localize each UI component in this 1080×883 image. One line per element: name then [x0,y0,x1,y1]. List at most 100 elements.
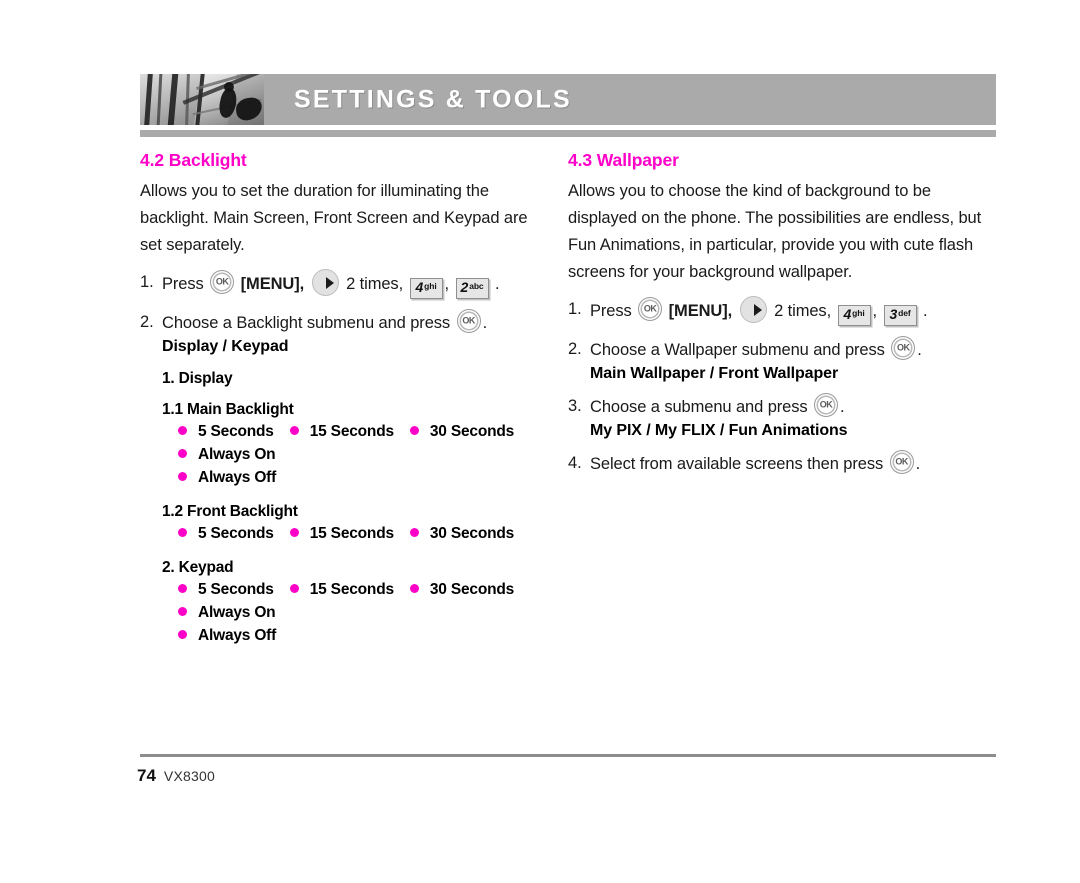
option-label[interactable]: 30 Seconds [430,578,514,601]
wallpaper-step-2: 2. Choose a Wallpaper submenu and press … [568,336,998,364]
option-label[interactable]: Always Off [198,466,276,489]
bullet-icon [289,426,299,435]
numeric-key-digit: 4 [843,306,852,322]
wallpaper-step-1: 1. Press [MENU], 2 times, 4ghi, 3def . [568,296,998,326]
option-label[interactable]: 30 Seconds [430,420,514,443]
step-text: Choose a Backlight submenu and press . [162,309,540,337]
key-separator: , [444,275,450,293]
numeric-key-digit: 2 [460,279,469,295]
numeric-key-letters: ghi [424,281,437,291]
option-label[interactable]: 5 Seconds [198,420,274,443]
option-row: 5 Seconds 15 Seconds 30 Seconds [162,420,540,443]
step-text: Choose a Wallpaper submenu and press . [590,336,998,364]
footer-divider-rule [140,754,996,757]
bullet-icon [178,528,187,537]
option-label[interactable]: 5 Seconds [198,578,274,601]
header-photo-image [140,74,264,125]
option-label[interactable]: Always On [198,443,276,466]
option-row: 5 Seconds 15 Seconds 30 Seconds [162,578,540,601]
ok-key-icon[interactable] [814,393,839,417]
bullet-icon [178,630,187,639]
header-divider-rule [140,130,996,137]
option-label[interactable]: 15 Seconds [310,578,394,601]
page-header: SETTINGS & TOOLS [140,74,996,125]
left-column: 4.2 Backlight Allows you to set the dura… [140,150,540,647]
step-choose-label: Choose a Backlight submenu and press [162,314,451,332]
numeric-key-digit: 4 [415,279,424,295]
step-text: Press [MENU], 2 times, 4ghi, 3def . [590,296,998,326]
option-label[interactable]: Always On [198,601,276,624]
bullet-icon [289,528,299,537]
step-number: 2. [568,340,582,358]
menu-key-label: [MENU], [240,275,305,293]
step-end-period: . [923,302,928,320]
numeric-key-letters: def [898,308,911,318]
step-number: 1. [140,273,154,291]
backlight-step-2: 2. Choose a Backlight submenu and press … [140,309,540,337]
bullet-icon [178,607,187,616]
numeric-key-3-icon[interactable]: 3def [883,305,917,326]
bullet-icon [289,584,299,593]
ok-key-icon[interactable] [891,336,916,360]
page-title: SETTINGS & TOOLS [294,85,572,113]
navigation-right-key-icon[interactable] [739,296,767,323]
step-end-period: . [482,314,488,332]
step-select-label: Select from available screens then press [590,455,884,473]
numeric-key-4-icon[interactable]: 4ghi [409,278,443,299]
step-choose-label: Choose a Wallpaper submenu and press [590,341,885,359]
ok-key-icon[interactable] [456,309,481,333]
ok-key-icon[interactable] [210,270,235,294]
numeric-key-digit: 3 [889,306,898,322]
numeric-key-2-icon[interactable]: 2abc [455,278,489,299]
step-number: 4. [568,454,582,472]
step-times-label: 2 times, [346,275,404,293]
step-press-label: Press [590,302,632,320]
numeric-key-letters: ghi [852,308,865,318]
step-end-period: . [915,455,921,473]
section-heading-backlight: 4.2 Backlight [140,150,247,170]
wallpaper-source-label: My PIX / My FLIX / Fun Animations [590,422,848,439]
option-label[interactable]: 15 Seconds [310,522,394,545]
step-end-period: . [495,275,500,293]
key-separator: , [872,302,878,320]
step-press-label: Press [162,275,204,293]
right-column: 4.3 Wallpaper Allows you to choose the k… [568,150,998,478]
device-model-label: VX8300 [163,768,215,784]
option-list-front-backlight: 5 Seconds 15 Seconds 30 Seconds [140,522,540,545]
menu-key-label: [MENU], [668,302,733,320]
option-label[interactable]: 15 Seconds [310,420,394,443]
step-end-period: . [917,341,922,359]
step-text: Select from available screens then press… [590,450,998,478]
step-end-period: . [840,398,845,416]
step-number: 2. [140,313,154,331]
option-label[interactable]: 30 Seconds [430,522,514,545]
wallpaper-submenu-label: Main Wallpaper / Front Wallpaper [590,365,839,382]
menu-heading-display: 1. Display [162,370,233,387]
wallpaper-step-3: 3. Choose a submenu and press . [568,393,998,421]
bullet-icon [409,584,419,593]
step-number: 1. [568,300,582,318]
option-label[interactable]: 5 Seconds [198,522,274,545]
numeric-key-4-icon[interactable]: 4ghi [837,305,871,326]
bullet-icon [178,584,187,593]
bullet-icon [178,426,187,435]
page-number: 74 [137,766,156,785]
navigation-right-key-icon[interactable] [311,269,339,296]
step-times-label: 2 times, [774,302,832,320]
ok-key-icon[interactable] [889,450,914,474]
bullet-icon [178,472,187,481]
backlight-intro-text: Allows you to set the duration for illum… [140,182,528,254]
option-list-main-backlight: 5 Seconds 15 Seconds 30 Seconds Always O… [140,420,540,489]
step-text: Press [MENU], 2 times, 4ghi, 2abc . [162,269,540,299]
option-row: Always Off [162,466,540,489]
menu-heading-main-backlight: 1.1 Main Backlight [162,401,294,418]
bullet-icon [178,449,187,458]
bullet-icon [409,426,419,435]
menu-heading-front-backlight: 1.2 Front Backlight [162,503,298,520]
numeric-key-letters: abc [469,281,484,291]
option-list-keypad: 5 Seconds 15 Seconds 30 Seconds Always O… [140,578,540,647]
ok-key-icon[interactable] [638,297,663,321]
step-number: 3. [568,397,582,415]
option-label[interactable]: Always Off [198,624,276,647]
page-footer: 74 VX8300 [137,766,215,786]
